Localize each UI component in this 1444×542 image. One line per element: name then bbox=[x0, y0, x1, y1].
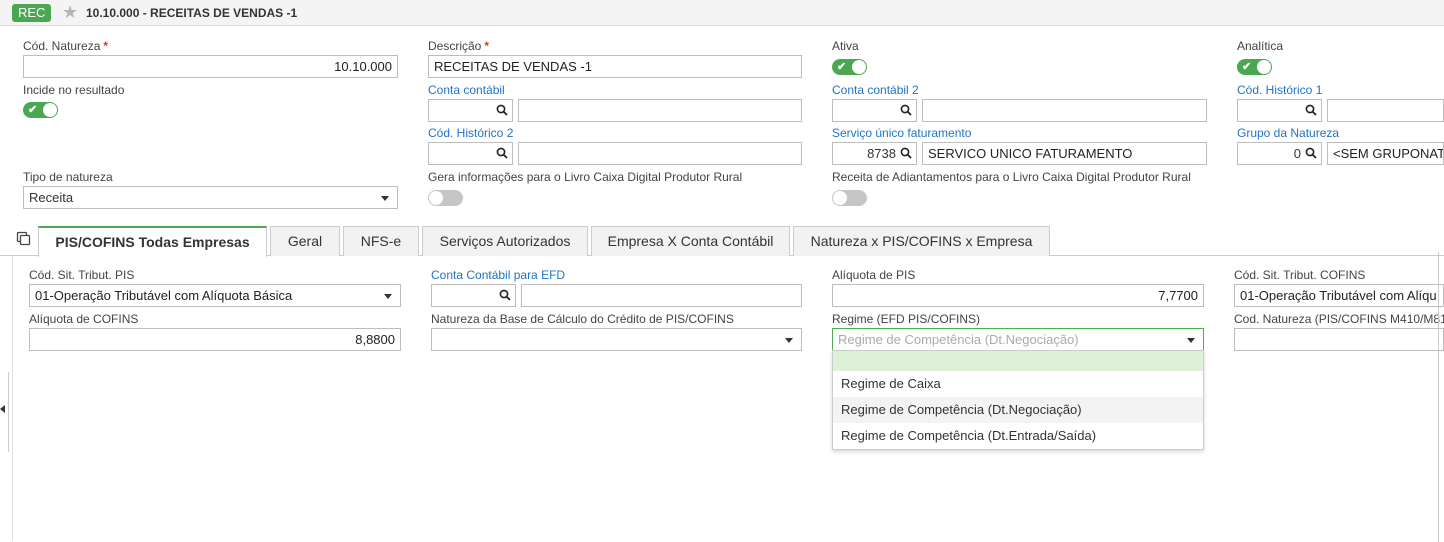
incide-label: Incide no resultado bbox=[23, 83, 125, 97]
cod-natureza-m410-field[interactable] bbox=[1234, 328, 1444, 351]
panel-border bbox=[12, 256, 13, 541]
cod-historico1-desc[interactable] bbox=[1327, 99, 1444, 122]
cod-historico1-code[interactable] bbox=[1237, 99, 1322, 122]
check-icon: ✔ bbox=[1242, 61, 1252, 73]
conta-contabil-label[interactable]: Conta contábil bbox=[428, 83, 505, 97]
check-icon: ✔ bbox=[28, 104, 38, 116]
cst-cofins-select[interactable]: 01-Operação Tributável com Alíqu bbox=[1234, 284, 1444, 307]
regime-select[interactable]: Regime de Competência (Dt.Negociação) bbox=[832, 328, 1204, 351]
dropdown-option[interactable]: Regime de Competência (Dt.Negociação) bbox=[833, 397, 1203, 423]
search-icon[interactable] bbox=[900, 147, 912, 159]
ativa-label: Ativa bbox=[832, 39, 859, 53]
natureza-base-select[interactable] bbox=[431, 328, 802, 351]
cod-historico2-desc[interactable] bbox=[518, 142, 802, 165]
aliq-pis-label: Alíquota de PIS bbox=[832, 268, 916, 282]
conta-contabil-code[interactable] bbox=[428, 99, 513, 122]
descricao-label: Descrição * bbox=[428, 39, 490, 53]
cst-pis-value: 01-Operação Tributável com Alíquota Bási… bbox=[35, 288, 293, 303]
servico-code[interactable]: 8738 bbox=[832, 142, 917, 165]
descricao-field[interactable]: RECEITAS DE VENDAS -1 bbox=[428, 55, 802, 78]
search-icon[interactable] bbox=[900, 104, 912, 116]
grupo-code[interactable]: 0 bbox=[1237, 142, 1322, 165]
adiantamentos-label: Receita de Adiantamentos para o Livro Ca… bbox=[832, 170, 1191, 184]
title-bar: REC ★ 10.10.000 - RECEITAS DE VENDAS -1 bbox=[0, 0, 1444, 26]
aliq-cofins-label: Alíquota de COFINS bbox=[29, 312, 139, 326]
right-scroll-edge bbox=[1438, 252, 1444, 542]
search-icon[interactable] bbox=[496, 147, 508, 159]
cst-cofins-label: Cód. Sit. Tribut. COFINS bbox=[1234, 268, 1366, 282]
cst-pis-label: Cód. Sit. Tribut. PIS bbox=[29, 268, 135, 282]
chevron-left-icon bbox=[0, 405, 5, 413]
tab-pis-cofins[interactable]: PIS/COFINS Todas Empresas bbox=[38, 226, 267, 257]
chevron-down-icon bbox=[785, 338, 793, 343]
tab-geral[interactable]: Geral bbox=[270, 226, 340, 256]
chevron-down-icon bbox=[1187, 338, 1195, 343]
cod-natureza-field[interactable]: 10.10.000 bbox=[23, 55, 398, 78]
aliq-pis-field[interactable]: 7,7700 bbox=[832, 284, 1204, 307]
cod-historico2-code[interactable] bbox=[428, 142, 513, 165]
natureza-base-label: Natureza da Base de Cálculo do Crédito d… bbox=[431, 312, 734, 326]
dropdown-option[interactable]: Regime de Caixa bbox=[833, 371, 1203, 397]
analitica-label: Analítica bbox=[1237, 39, 1284, 53]
conta-contabil2-label[interactable]: Conta contábil 2 bbox=[832, 83, 919, 97]
tab-servicos[interactable]: Serviços Autorizados bbox=[422, 226, 588, 256]
grupo-code-value: 0 bbox=[1293, 146, 1301, 161]
chevron-down-icon bbox=[381, 196, 389, 201]
aliq-cofins-field[interactable]: 8,8800 bbox=[29, 328, 401, 351]
servico-code-value: 8738 bbox=[867, 146, 896, 161]
tab-empresa-conta[interactable]: Empresa X Conta Contábil bbox=[591, 226, 790, 256]
livro-toggle[interactable] bbox=[428, 190, 463, 206]
tab-natureza-pis[interactable]: Natureza x PIS/COFINS x Empresa bbox=[793, 226, 1050, 256]
cst-pis-select[interactable]: 01-Operação Tributável com Alíquota Bási… bbox=[29, 284, 401, 307]
incide-toggle[interactable]: ✔ bbox=[23, 102, 58, 118]
tipo-label: Tipo de natureza bbox=[23, 170, 113, 184]
conta-contabil2-code[interactable] bbox=[832, 99, 917, 122]
tipo-select[interactable]: Receita bbox=[23, 186, 398, 209]
search-icon[interactable] bbox=[496, 104, 508, 116]
regime-value: Regime de Competência (Dt.Negociação) bbox=[838, 332, 1079, 347]
chevron-down-icon bbox=[384, 294, 392, 299]
regime-dropdown: Regime de Caixa Regime de Competência (D… bbox=[832, 350, 1204, 450]
search-icon[interactable] bbox=[1305, 104, 1317, 116]
grupo-desc[interactable]: <SEM GRUPONAT bbox=[1327, 142, 1444, 165]
conta-contabil-desc[interactable] bbox=[518, 99, 802, 122]
dropdown-option[interactable]: Regime de Competência (Dt.Entrada/Saída) bbox=[833, 423, 1203, 449]
cod-historico2-label[interactable]: Cód. Histórico 2 bbox=[428, 126, 513, 140]
grupo-label[interactable]: Grupo da Natureza bbox=[1237, 126, 1339, 140]
cod-natureza-label: Cód. Natureza * bbox=[23, 39, 109, 53]
tipo-value: Receita bbox=[29, 190, 74, 205]
search-icon[interactable] bbox=[1305, 147, 1317, 159]
conta-efd-desc[interactable] bbox=[521, 284, 802, 307]
search-icon[interactable] bbox=[499, 289, 511, 301]
cod-natureza-m410-label: Cod. Natureza (PIS/COFINS M410/M81 bbox=[1234, 312, 1444, 326]
adiantamentos-toggle[interactable] bbox=[832, 190, 867, 206]
dropdown-option-blank[interactable] bbox=[833, 351, 1203, 371]
conta-efd-code[interactable] bbox=[431, 284, 516, 307]
tab-bar: PIS/COFINS Todas Empresas Geral NFS-e Se… bbox=[0, 226, 1444, 257]
star-icon[interactable]: ★ bbox=[62, 2, 78, 22]
regime-label: Regime (EFD PIS/COFINS) bbox=[832, 312, 981, 326]
analitica-toggle[interactable]: ✔ bbox=[1237, 59, 1272, 75]
servico-desc[interactable]: SERVICO UNICO FATURAMENTO bbox=[922, 142, 1207, 165]
tab-nfse[interactable]: NFS-e bbox=[343, 226, 419, 256]
check-icon: ✔ bbox=[837, 61, 847, 73]
record-badge: REC bbox=[12, 4, 52, 22]
livro-label: Gera informações para o Livro Caixa Digi… bbox=[428, 170, 743, 184]
page-title: 10.10.000 - RECEITAS DE VENDAS -1 bbox=[86, 6, 298, 20]
servico-label[interactable]: Serviço único faturamento bbox=[832, 126, 971, 140]
conta-contabil2-desc[interactable] bbox=[922, 99, 1207, 122]
cod-historico1-label[interactable]: Cód. Histórico 1 bbox=[1237, 83, 1322, 97]
collapse-handle[interactable] bbox=[0, 372, 9, 452]
conta-efd-label[interactable]: Conta Contábil para EFD bbox=[431, 268, 565, 282]
ativa-toggle[interactable]: ✔ bbox=[832, 59, 867, 75]
